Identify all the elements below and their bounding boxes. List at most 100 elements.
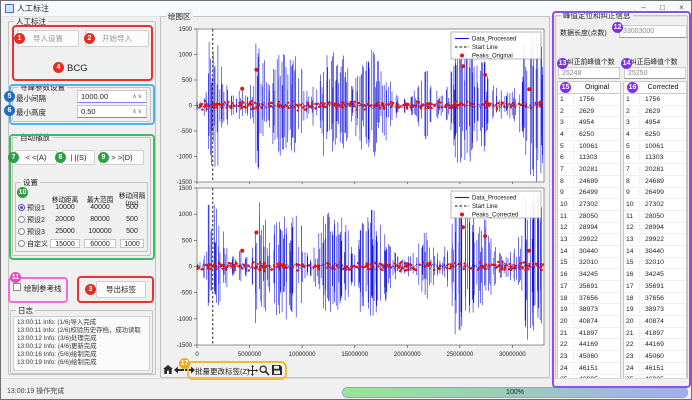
table-row[interactable]: 22629	[624, 106, 686, 118]
table-row[interactable]: 1228994	[558, 223, 620, 235]
svg-text:1000: 1000	[179, 53, 193, 59]
preset1-radio[interactable]	[18, 204, 25, 211]
autoplay-pause-button[interactable]: | |(S)	[62, 150, 95, 165]
batch-edit-labels-button[interactable]: 批量更改标签(Z)	[195, 366, 250, 377]
table-row[interactable]: 510061	[558, 141, 620, 153]
table-row[interactable]: 2141897	[624, 328, 686, 340]
table-row[interactable]: 1938973	[558, 304, 620, 316]
custom-move-interval-input[interactable]: 1000	[120, 239, 144, 248]
preset3-row[interactable]: 预设3 25000 100000 500	[18, 226, 146, 237]
table-row[interactable]: 510061	[624, 141, 686, 153]
table-row[interactable]: 2040874	[558, 316, 620, 328]
table-row[interactable]: 1634245	[558, 269, 620, 281]
preset1-row[interactable]: 预设1 10000 40000 500	[18, 202, 146, 213]
zoom-icon[interactable]	[259, 363, 270, 377]
row-index: 2	[558, 108, 574, 115]
min-interval-spinbox[interactable]: 1000.00 ∧∨	[77, 90, 147, 103]
autoplay-back-button[interactable]: < <(A)	[15, 150, 57, 165]
table-row[interactable]: 1837656	[624, 293, 686, 305]
table-row[interactable]: 1128050	[624, 211, 686, 223]
table-row[interactable]: 1430440	[624, 246, 686, 258]
table-row[interactable]: 824689	[558, 176, 620, 188]
signal-plot-top[interactable]: 150010005000-500-1000-1500Data_Processed…	[163, 22, 547, 184]
preset2-radio[interactable]	[18, 216, 25, 223]
annotation-badge-14: 14	[621, 58, 632, 69]
home-icon[interactable]	[162, 363, 173, 377]
table-row[interactable]: 1329922	[624, 234, 686, 246]
minimize-button[interactable]: –	[634, 1, 653, 15]
pan-icon[interactable]	[247, 363, 258, 377]
log-output[interactable]: 13:00:11 Info: (1/6)导入完成13:00:11 Info: (…	[13, 316, 150, 371]
custom-max-range-input[interactable]: 60000	[84, 239, 116, 248]
table-row[interactable]: 1228994	[624, 223, 686, 235]
import-settings-button[interactable]: 导入设置	[17, 30, 79, 47]
table-row[interactable]: 1128050	[558, 211, 620, 223]
table-row[interactable]: 2244169	[558, 339, 620, 351]
row-index: 3	[558, 119, 574, 126]
annotation-badge-13: 13	[557, 58, 568, 69]
table-row[interactable]: 1430440	[558, 246, 620, 258]
table-row[interactable]: 11756	[558, 94, 620, 106]
table-row[interactable]: 611303	[624, 152, 686, 164]
custom-radio[interactable]	[18, 240, 25, 247]
table-row[interactable]: 11756	[624, 94, 686, 106]
table-row[interactable]: 1027302	[558, 199, 620, 211]
table-row[interactable]: 1735691	[624, 281, 686, 293]
min-height-value: 0.50	[81, 107, 96, 116]
preset2-row[interactable]: 预设2 20000 80000 500	[18, 214, 146, 225]
export-labels-button[interactable]: 导出标签	[96, 281, 146, 298]
data-length-field[interactable]: 33003000	[619, 25, 687, 38]
corrected-peaks-table[interactable]: 1175622629349544625051006161130372028182…	[623, 93, 687, 383]
signal-plot-bottom[interactable]: 150010005000-500-1000-150005000000100000…	[163, 185, 547, 363]
table-row[interactable]: 1634245	[624, 269, 686, 281]
table-row[interactable]: 2244169	[624, 339, 686, 351]
table-row[interactable]: 2040874	[624, 316, 686, 328]
table-row[interactable]: 2446151	[558, 363, 620, 375]
table-row[interactable]: 2345060	[558, 351, 620, 363]
table-row[interactable]: 1027302	[624, 199, 686, 211]
table-row[interactable]: 611303	[558, 152, 620, 164]
min-height-spinbox[interactable]: 0.50 ∧∨	[77, 105, 147, 118]
peak-value: 38973	[640, 306, 686, 313]
save-icon[interactable]	[271, 363, 282, 377]
table-row[interactable]: 824689	[624, 176, 686, 188]
table-row[interactable]: 1938973	[624, 304, 686, 316]
table-row[interactable]: 1735691	[558, 281, 620, 293]
svg-text:5000000: 5000000	[238, 352, 262, 358]
maximize-button[interactable]: □	[653, 1, 672, 15]
close-button[interactable]: ×	[672, 1, 691, 15]
peak-value: 6250	[574, 131, 620, 138]
annotation-badge-10: 10	[17, 187, 28, 198]
after-count-field[interactable]: 25250	[624, 67, 686, 79]
reference-line-checkbox[interactable]	[13, 283, 21, 291]
custom-row[interactable]: 自定义 15000 60000 1000	[18, 238, 146, 249]
table-row[interactable]: 46250	[558, 129, 620, 141]
table-row[interactable]: 22629	[558, 106, 620, 118]
spinner-arrows-icon[interactable]: ∧∨	[132, 93, 143, 100]
table-row[interactable]: 1532010	[558, 258, 620, 270]
table-row[interactable]: 926499	[624, 188, 686, 200]
table-row[interactable]: 2141897	[558, 328, 620, 340]
table-row[interactable]: 1837656	[558, 293, 620, 305]
table-row[interactable]: 720281	[624, 164, 686, 176]
table-row[interactable]: 34954	[624, 117, 686, 129]
before-count-field[interactable]: 25248	[558, 67, 620, 79]
spinner-arrows-icon[interactable]: ∧∨	[132, 108, 143, 115]
annotation-badge-15: 15	[560, 82, 571, 93]
table-row[interactable]: 926499	[558, 188, 620, 200]
table-row[interactable]: 46250	[624, 129, 686, 141]
table-row[interactable]: 1329922	[558, 234, 620, 246]
peak-params-group-title: 寻峰参数设置	[18, 83, 67, 92]
row-index: 17	[558, 283, 574, 290]
row-index: 5	[624, 143, 640, 150]
table-row[interactable]: 2446151	[624, 363, 686, 375]
table-row[interactable]: 720281	[558, 164, 620, 176]
peak-value: 45060	[640, 353, 686, 360]
log-line: 13:00:11 Info: (2/6)校验历史存档，成功读取	[17, 327, 146, 335]
table-row[interactable]: 1532010	[624, 258, 686, 270]
table-row[interactable]: 2345060	[624, 351, 686, 363]
table-row[interactable]: 34954	[558, 117, 620, 129]
original-peaks-table[interactable]: 1175622629349544625051006161130372028182…	[557, 93, 621, 383]
custom-move-distance-input[interactable]: 15000	[50, 239, 80, 248]
preset3-radio[interactable]	[18, 228, 25, 235]
